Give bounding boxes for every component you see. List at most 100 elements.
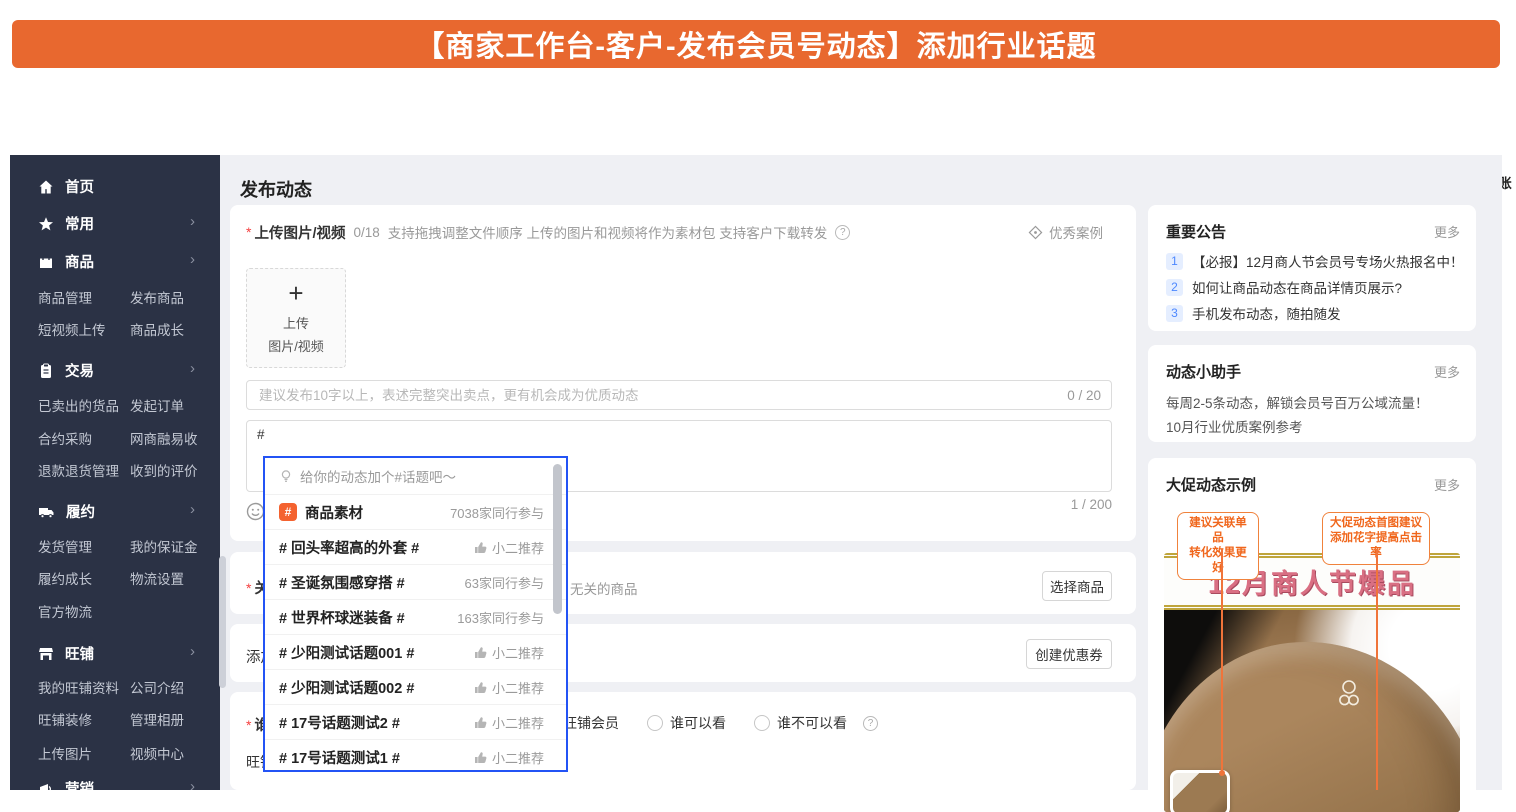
top-banner-title: 【商家工作台-客户-发布会员号动态】添加行业话题 — [415, 23, 1096, 65]
star-icon — [38, 216, 54, 232]
compass-icon — [1028, 225, 1043, 240]
help-icon[interactable]: ? — [863, 716, 878, 731]
truck-icon — [38, 504, 55, 520]
chevron-right-icon[interactable]: › — [190, 643, 195, 660]
topic-meta: 163家同行参与 — [457, 608, 544, 627]
sidebar-item-shop[interactable]: 旺铺 — [38, 643, 94, 664]
content-counter: 1 / 200 — [1040, 497, 1112, 512]
sidebar-item-marketing[interactable]: 营销 — [38, 778, 94, 790]
dropdown-scrollbar[interactable] — [553, 464, 562, 614]
sidebar-item-favorites[interactable]: 常用 — [38, 213, 94, 234]
chevron-right-icon[interactable]: › — [190, 778, 195, 790]
sidebar-sub-sold-goods[interactable]: 已卖出的货品 — [38, 395, 119, 415]
sidebar-sub-received-reviews[interactable]: 收到的评价 — [130, 460, 198, 480]
announcements-title: 重要公告 — [1166, 221, 1226, 242]
topic-item[interactable]: # 世界杯球迷装备 # 163家同行参与 — [265, 599, 566, 634]
top-banner: 【商家工作台-客户-发布会员号动态】添加行业话题 — [12, 20, 1500, 68]
upload-box-label: 上传 — [283, 313, 309, 332]
sidebar-sub-fulfill-growth[interactable]: 履约成长 — [38, 568, 92, 588]
topic-item[interactable]: # 17号话题测试1 # 小二推荐 — [265, 739, 566, 772]
required-asterisk: * — [246, 580, 251, 596]
storefront-icon — [38, 646, 54, 662]
sidebar-item-fulfillment[interactable]: 履约 — [38, 501, 95, 522]
sidebar-sub-wangshang-pay[interactable]: 网商融易收 — [130, 428, 198, 448]
assistant-more-link[interactable]: 更多 — [1434, 362, 1460, 381]
announcements-more-link[interactable]: 更多 — [1434, 222, 1460, 241]
topic-item[interactable]: # 回头率超高的外套 # 小二推荐 — [265, 529, 566, 564]
megaphone-icon — [38, 781, 54, 791]
sidebar-sub-official-logistics[interactable]: 官方物流 — [38, 601, 92, 621]
sidebar-item-home[interactable]: 首页 — [38, 176, 94, 197]
chevron-right-icon[interactable]: › — [190, 251, 195, 268]
radio-who-cannot-see[interactable]: 谁不可以看 — [754, 713, 847, 733]
promo-pointer-line — [1221, 549, 1223, 773]
sidebar-sub-video-upload[interactable]: 短视频上传 — [38, 319, 106, 339]
topic-item[interactable]: # 圣诞氛围感穿搭 # 63家同行参与 — [265, 564, 566, 599]
topic-item[interactable]: # 商品素材 7038家同行参与 — [265, 494, 566, 529]
chevron-right-icon[interactable]: › — [190, 213, 195, 230]
sidebar-sub-shop-decorate[interactable]: 旺铺装修 — [38, 709, 92, 729]
create-coupon-button[interactable]: 创建优惠券 — [1026, 639, 1112, 669]
sidebar-sub-album-manage[interactable]: 管理相册 — [130, 709, 184, 729]
home-icon — [38, 179, 54, 195]
sidebar-item-trade[interactable]: 交易 — [38, 360, 94, 381]
sidebar-item-goods[interactable]: 商品 — [38, 251, 94, 272]
sidebar-sub-deposit[interactable]: 我的保证金 — [130, 536, 198, 556]
sidebar-sub-refund-manage[interactable]: 退款退货管理 — [38, 460, 119, 480]
sidebar-sub-upload-image[interactable]: 上传图片 — [38, 743, 92, 763]
sidebar-sub-goods-growth[interactable]: 商品成长 — [130, 319, 184, 339]
radio-icon[interactable] — [754, 715, 770, 731]
sidebar-sub-create-order[interactable]: 发起订单 — [130, 395, 184, 415]
upload-dropzone[interactable]: + 上传 图片/视频 — [246, 268, 346, 368]
select-goods-button[interactable]: 选择商品 — [1042, 571, 1112, 601]
announcement-item[interactable]: 1 【必报】12月商人节会员号专场火热报名中！ — [1166, 251, 1466, 271]
title-input-wrap: 0 / 20 — [246, 380, 1112, 410]
title-input[interactable] — [257, 387, 1067, 404]
announcement-item[interactable]: 3 手机发布动态，随拍随发 — [1166, 303, 1466, 323]
sidebar-scrollbar[interactable] — [219, 556, 226, 688]
sidebar-sub-logistics-settings[interactable]: 物流设置 — [130, 568, 184, 588]
content-text: # — [257, 427, 265, 442]
promo-more-link[interactable]: 更多 — [1434, 475, 1460, 494]
radio-icon[interactable] — [647, 715, 663, 731]
promo-example-image[interactable]: 12月商人节爆品 — [1164, 553, 1460, 812]
assistant-line2: 10月行业优质案例参考 — [1166, 416, 1303, 436]
sidebar-sub-goods-manage[interactable]: 商品管理 — [38, 287, 92, 307]
promo-callout-link-product: 建议关联单品转化效果更好 — [1177, 512, 1259, 580]
promo-pointer-line — [1376, 549, 1378, 790]
upload-label: 上传图片/视频 — [254, 222, 345, 243]
announcement-item[interactable]: 2 如何让商品动态在商品详情页展示? — [1166, 277, 1466, 297]
sidebar-sub-shipping-manage[interactable]: 发货管理 — [38, 536, 92, 556]
upload-count: 0/18 — [353, 225, 379, 240]
sidebar-sub-contract-purchase[interactable]: 合约采购 — [38, 428, 92, 448]
topic-meta: 小二推荐 — [474, 678, 544, 697]
promo-title: 大促动态示例 — [1166, 474, 1256, 495]
assistant-title: 动态小助手 — [1166, 361, 1241, 382]
excellent-cases-link[interactable]: 优秀案例 — [1028, 222, 1103, 242]
page-title: 发布动态 — [240, 176, 312, 202]
assistant-line1: 每周2-5条动态，解锁会员号百万公域流量！ — [1166, 392, 1429, 412]
topic-meta: 小二推荐 — [474, 643, 544, 662]
topic-item[interactable]: # 少阳测试话题001 # 小二推荐 — [265, 634, 566, 669]
sidebar-sub-goods-publish[interactable]: 发布商品 — [130, 287, 184, 307]
app-root: 【商家工作台-客户-发布会员号动态】添加行业话题 1688 商家工作台 工业品牌… — [0, 0, 1516, 812]
required-asterisk: * — [246, 224, 251, 240]
sidebar-sub-shop-profile[interactable]: 我的旺铺资料 — [38, 677, 119, 697]
promo-product-thumbnail[interactable] — [1170, 770, 1230, 812]
chevron-right-icon[interactable]: › — [190, 360, 195, 377]
topic-item[interactable]: # 少阳测试话题002 # 小二推荐 — [265, 669, 566, 704]
sidebar-sub-video-center[interactable]: 视频中心 — [130, 743, 184, 763]
sidebar-sub-company-intro[interactable]: 公司介绍 — [130, 677, 184, 697]
promo-image-photo — [1164, 610, 1460, 812]
topic-dropdown: 给你的动态加个#话题吧～ # 商品素材 7038家同行参与 # 回头率超高的外套… — [263, 456, 568, 772]
announcement-number: 3 — [1166, 305, 1183, 322]
hash-badge-icon: # — [279, 503, 297, 521]
topic-item[interactable]: # 17号话题测试2 # 小二推荐 — [265, 704, 566, 739]
title-counter: 0 / 20 — [1067, 388, 1101, 403]
radio-who-can-see[interactable]: 谁可以看 — [647, 713, 726, 733]
announcements-card: 重要公告 更多 1 【必报】12月商人节会员号专场火热报名中！ 2 如何让商品动… — [1148, 205, 1476, 331]
chevron-right-icon[interactable]: › — [190, 501, 195, 518]
header: 1688 商家工作台 工业品牌 进入找工厂 1688首页 买家中心 商家客户端 … — [0, 68, 1516, 155]
related-goods-hint: 无关的商品 — [570, 578, 638, 598]
help-icon[interactable]: ? — [835, 225, 850, 240]
